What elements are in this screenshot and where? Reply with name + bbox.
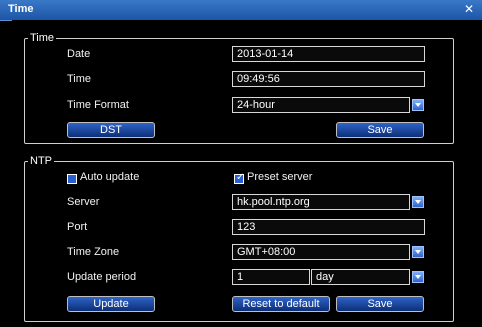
window-title: Time: [8, 3, 34, 15]
ntp-save-button[interactable]: Save: [336, 296, 424, 312]
time-settings-window: Time ✕ Time Date 2013-01-14 Time 09:49:5…: [0, 0, 482, 327]
time-save-button[interactable]: Save: [336, 122, 424, 138]
auto-update-checkbox[interactable]: [67, 174, 77, 184]
update-period-unit-select[interactable]: day: [311, 269, 410, 285]
date-field[interactable]: 2013-01-14: [232, 46, 425, 62]
close-icon[interactable]: ✕: [464, 2, 474, 16]
server-label: Server: [67, 196, 100, 208]
time-field[interactable]: 09:49:56: [232, 71, 425, 87]
time-format-label: Time Format: [67, 99, 129, 111]
update-period-field[interactable]: 1: [232, 269, 310, 285]
dst-button[interactable]: DST: [67, 122, 155, 138]
preset-server-label: Preset server: [247, 171, 313, 183]
ntp-group-title: NTP: [30, 155, 52, 167]
chevron-down-icon[interactable]: [412, 99, 424, 111]
title-bar: Time ✕: [0, 0, 482, 21]
chevron-down-icon[interactable]: [412, 271, 424, 283]
time-group-title: Time: [30, 32, 55, 44]
time-zone-select[interactable]: GMT+08:00: [232, 244, 410, 260]
reset-to-default-button[interactable]: Reset to default: [232, 296, 330, 312]
port-field[interactable]: 123: [232, 219, 425, 235]
time-zone-label: Time Zone: [67, 246, 120, 258]
update-button[interactable]: Update: [67, 296, 155, 312]
preset-server-checkbox[interactable]: [234, 172, 244, 184]
chevron-down-icon[interactable]: [412, 246, 424, 258]
update-period-label: Update period: [67, 271, 137, 283]
time-label: Time: [67, 73, 92, 85]
date-label: Date: [67, 48, 91, 60]
time-format-select[interactable]: 24-hour: [232, 97, 410, 113]
chevron-down-icon[interactable]: [412, 196, 424, 208]
server-select[interactable]: hk.pool.ntp.org: [232, 194, 410, 210]
port-label: Port: [67, 221, 88, 233]
content-area: Time Date 2013-01-14 Time 09:49:56 Time …: [12, 20, 482, 327]
auto-update-label: Auto update: [80, 171, 140, 183]
